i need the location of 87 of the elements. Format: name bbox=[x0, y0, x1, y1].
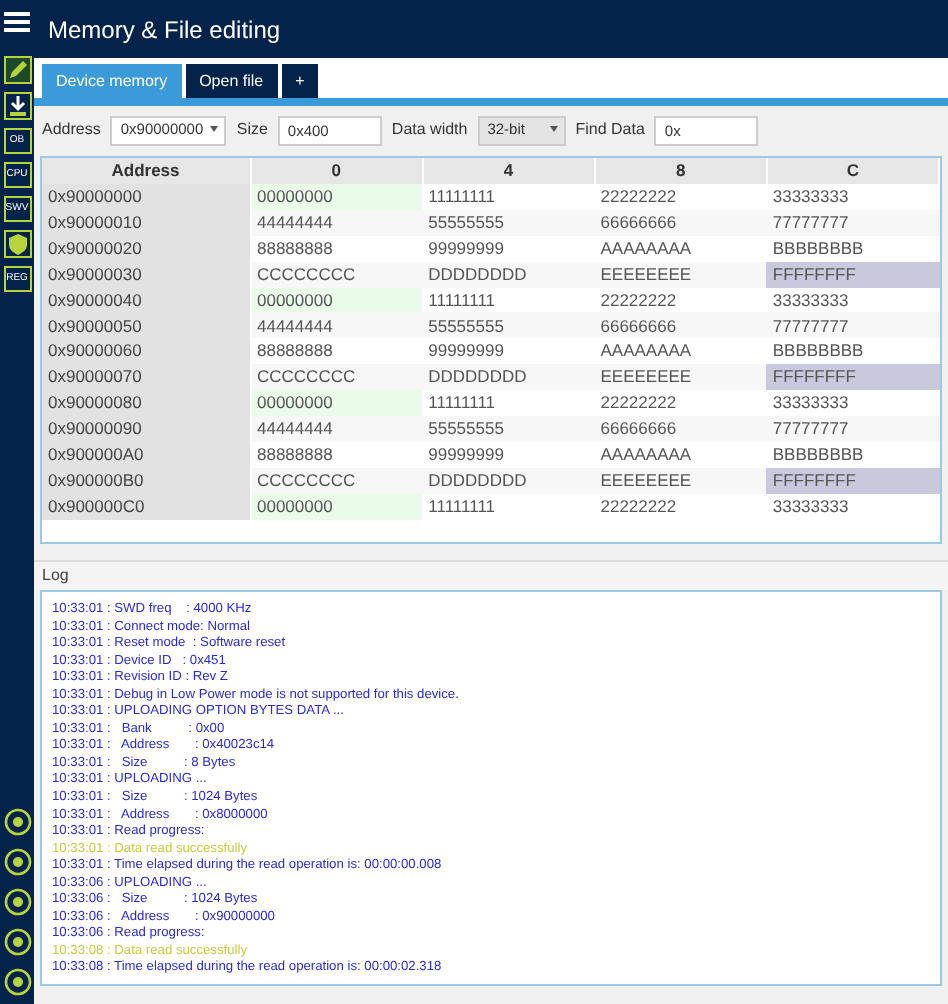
log-title: Log bbox=[42, 564, 69, 588]
table-cell: 11111111 bbox=[422, 287, 595, 313]
table-cell: 33333333 bbox=[766, 287, 939, 313]
address-cell: 0x90000090 bbox=[42, 416, 250, 442]
pencil-icon[interactable] bbox=[3, 56, 31, 84]
table-cell: 99999999 bbox=[422, 338, 595, 365]
table-cell: EEEEEEEE bbox=[594, 261, 767, 288]
table-cell: 44444444 bbox=[250, 209, 423, 236]
menu-icon[interactable] bbox=[4, 10, 30, 34]
address-cell: 0x900000A0 bbox=[42, 441, 250, 468]
table-cell: BBBBBBBB bbox=[766, 338, 939, 365]
table-cell: DDDDDDDD bbox=[422, 364, 595, 391]
address-cell: 0x90000050 bbox=[42, 312, 250, 339]
tab[interactable]: + bbox=[281, 64, 319, 98]
column-header[interactable]: 4 bbox=[422, 158, 595, 184]
address-cell: 0x90000060 bbox=[42, 338, 250, 365]
table-cell: CCCCCCCC bbox=[250, 364, 423, 391]
table-cell: 99999999 bbox=[422, 441, 595, 468]
table-cell: 22222222 bbox=[594, 287, 767, 313]
address-cell: 0x900000C0 bbox=[42, 493, 250, 520]
circle-icon[interactable] bbox=[3, 888, 31, 916]
address-cell: 0x900000B0 bbox=[42, 467, 250, 494]
window-title: Memory & File editing bbox=[48, 13, 281, 47]
table-cell: EEEEEEEE bbox=[594, 467, 767, 494]
table-cell: CCCCCCCC bbox=[250, 467, 423, 494]
circle-icon[interactable] bbox=[3, 848, 31, 876]
table-cell: 88888888 bbox=[250, 338, 423, 365]
column-header[interactable]: Address bbox=[42, 158, 250, 184]
table-cell: 44444444 bbox=[250, 312, 423, 339]
shield-icon[interactable] bbox=[3, 230, 31, 258]
table-cell: CCCCCCCC bbox=[250, 261, 423, 288]
table-cell: 00000000 bbox=[250, 390, 423, 417]
table-cell: 77777777 bbox=[766, 312, 939, 339]
field-label: Size bbox=[236, 118, 268, 142]
tab[interactable]: Open file bbox=[185, 64, 278, 98]
table-cell: 66666666 bbox=[594, 209, 767, 236]
address-cell: 0x90000040 bbox=[42, 287, 250, 313]
download-icon[interactable] bbox=[3, 92, 31, 120]
address-cell: 0x90000080 bbox=[42, 390, 250, 417]
address-cell: 0x90000070 bbox=[42, 364, 250, 391]
column-header[interactable]: 0 bbox=[250, 158, 423, 184]
table-cell: BBBBBBBB bbox=[766, 235, 939, 262]
table-cell: 55555555 bbox=[422, 416, 595, 442]
column-header[interactable]: 8 bbox=[594, 158, 767, 184]
table-cell: 33333333 bbox=[766, 390, 939, 417]
table-cell: DDDDDDDD bbox=[422, 467, 595, 494]
table-cell: 77777777 bbox=[766, 209, 939, 236]
table-cell: FFFFFFFF bbox=[766, 261, 939, 288]
table-cell: 22222222 bbox=[594, 493, 767, 520]
table-cell: EEEEEEEE bbox=[594, 364, 767, 391]
field-label: Data width bbox=[391, 118, 468, 142]
circle-icon[interactable] bbox=[3, 968, 31, 996]
table-cell: AAAAAAAA bbox=[594, 441, 767, 468]
address-cell: 0x90000000 bbox=[42, 184, 250, 210]
circle-icon[interactable] bbox=[3, 808, 31, 836]
table-cell: 11111111 bbox=[422, 390, 595, 417]
table-cell: FFFFFFFF bbox=[766, 467, 939, 494]
table-cell: 44444444 bbox=[250, 416, 423, 442]
table-cell: 33333333 bbox=[766, 493, 939, 520]
table-cell: 22222222 bbox=[594, 390, 767, 417]
address-cell: 0x90000030 bbox=[42, 261, 250, 288]
table-cell: 00000000 bbox=[250, 287, 423, 313]
address-cell: 0x90000010 bbox=[42, 209, 250, 236]
table-cell: 55555555 bbox=[422, 312, 595, 339]
table-cell: 66666666 bbox=[594, 312, 767, 339]
table-cell: 11111111 bbox=[422, 493, 595, 520]
table-cell: 99999999 bbox=[422, 235, 595, 262]
circle-icon[interactable] bbox=[3, 928, 31, 956]
table-cell: 77777777 bbox=[766, 416, 939, 442]
table-cell: 33333333 bbox=[766, 184, 939, 210]
table-cell: 00000000 bbox=[250, 184, 423, 210]
field-label: Address bbox=[42, 118, 101, 142]
table-cell: AAAAAAAA bbox=[594, 235, 767, 262]
table-cell: DDDDDDDD bbox=[422, 261, 595, 288]
field-label: Find Data bbox=[575, 118, 645, 142]
table-cell: 66666666 bbox=[594, 416, 767, 442]
table-cell: FFFFFFFF bbox=[766, 364, 939, 391]
table-cell: AAAAAAAA bbox=[594, 338, 767, 365]
table-cell: 88888888 bbox=[250, 235, 423, 262]
table-cell: 00000000 bbox=[250, 493, 423, 520]
table-cell: 88888888 bbox=[250, 441, 423, 468]
table-cell: 22222222 bbox=[594, 184, 767, 210]
table-cell: 55555555 bbox=[422, 209, 595, 236]
column-header[interactable]: C bbox=[766, 158, 939, 184]
table-cell: 11111111 bbox=[422, 184, 595, 210]
table-cell: BBBBBBBB bbox=[766, 441, 939, 468]
address-cell: 0x90000020 bbox=[42, 235, 250, 262]
